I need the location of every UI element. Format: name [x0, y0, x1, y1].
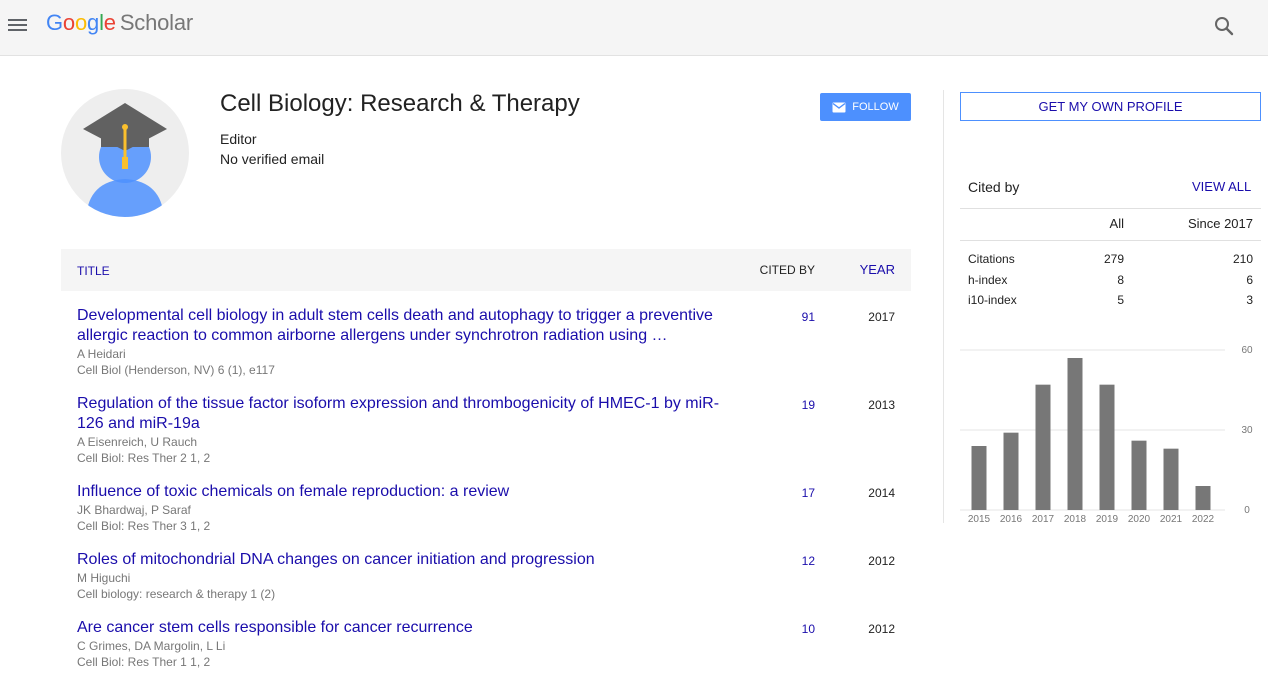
article-title-link[interactable]: Regulation of the tissue factor isoform …	[77, 394, 727, 434]
article-year: 2017	[868, 310, 895, 324]
menu-icon[interactable]	[8, 16, 28, 34]
table-row: Regulation of the tissue factor isoform …	[61, 394, 911, 470]
cited-by-link[interactable]: 91	[802, 310, 815, 324]
logo-scholar: Scholar	[119, 10, 194, 35]
x-tick-label: 2016	[1000, 514, 1023, 525]
search-icon[interactable]	[1212, 14, 1236, 38]
article-year: 2013	[868, 398, 895, 412]
x-tick-label: 2017	[1032, 514, 1055, 525]
article-venue: Cell biology: research & therapy 1 (2)	[77, 587, 276, 601]
article-venue: Cell Biol: Res Ther 2 1, 2	[77, 451, 211, 465]
article-title-link[interactable]: Are cancer stem cells responsible for ca…	[77, 618, 727, 638]
profile-name: Cell Biology: Research & Therapy	[220, 90, 580, 117]
article-title-link[interactable]: Developmental cell biology in adult stem…	[77, 306, 727, 346]
bar-2016[interactable]	[1003, 432, 1019, 510]
cited-by-link[interactable]: 19	[802, 398, 815, 412]
x-tick-label: 2018	[1064, 514, 1087, 525]
article-authors: A Heidari	[77, 347, 126, 361]
bar-2015[interactable]	[971, 446, 987, 510]
bar-2020[interactable]	[1131, 440, 1147, 510]
article-venue: Cell Biol (Henderson, NV) 6 (1), e117	[77, 363, 275, 377]
sort-by-year[interactable]: YEAR	[860, 262, 895, 277]
y-tick-label: 30	[1241, 425, 1253, 436]
bar-2019[interactable]	[1099, 384, 1115, 510]
avatar	[61, 89, 189, 217]
stat-all-value: 8	[1117, 273, 1124, 287]
sort-by-cited[interactable]: CITED BY	[760, 263, 815, 277]
article-venue: Cell Biol: Res Ther 1 1, 2	[77, 655, 211, 669]
bar-2021[interactable]	[1163, 448, 1179, 510]
table-header: TITLE CITED BY YEAR	[61, 249, 911, 291]
get-my-own-profile-button[interactable]: GET MY OWN PROFILE	[960, 92, 1261, 121]
top-bar: Google Scholar	[0, 0, 1268, 56]
bar-2017[interactable]	[1035, 384, 1051, 510]
stat-label: i10-index	[968, 293, 1017, 307]
x-tick-label: 2021	[1160, 514, 1183, 525]
bar-2018[interactable]	[1067, 358, 1083, 510]
x-tick-label: 2022	[1192, 514, 1215, 525]
col-header-since: Since 2017	[1187, 216, 1253, 231]
profile-email: No verified email	[220, 151, 325, 167]
avatar-graduate-icon	[83, 103, 167, 217]
article-venue: Cell Biol: Res Ther 3 1, 2	[77, 519, 211, 533]
follow-button[interactable]: FOLLOW	[820, 93, 911, 121]
x-tick-label: 2020	[1128, 514, 1151, 525]
stat-since-value: 210	[1232, 252, 1253, 266]
article-title-link[interactable]: Influence of toxic chemicals on female r…	[77, 482, 727, 502]
table-row: Roles of mitochondrial DNA changes on ca…	[61, 550, 911, 606]
article-year: 2012	[868, 554, 895, 568]
follow-label: FOLLOW	[852, 101, 899, 113]
y-tick-label: 0	[1244, 505, 1250, 516]
x-tick-label: 2019	[1096, 514, 1119, 525]
citations-bar-chart: 0 30 60 2015 2016 2017 2018 2019 2020 2021 2022	[960, 345, 1253, 525]
article-authors: M Higuchi	[77, 571, 131, 585]
table-row: Are cancer stem cells responsible for ca…	[61, 618, 911, 674]
cited-by-heading: Cited by	[968, 179, 1020, 195]
cited-by-link[interactable]: 12	[802, 554, 815, 568]
google-scholar-logo[interactable]: Google Scholar	[46, 10, 193, 36]
divider	[960, 208, 1261, 209]
article-authors: C Grimes, DA Margolin, L Li	[77, 639, 226, 653]
cited-by-link[interactable]: 17	[802, 486, 815, 500]
stat-since-value: 6	[1246, 273, 1253, 287]
article-authors: JK Bhardwaj, P Saraf	[77, 503, 191, 517]
stat-all-value: 279	[1103, 252, 1124, 266]
y-tick-label: 60	[1241, 345, 1253, 356]
article-authors: A Eisenreich, U Rauch	[77, 435, 198, 449]
profile-affiliation: Editor	[220, 131, 257, 147]
stat-label: h-index	[968, 273, 1008, 287]
col-header-all: All	[1109, 216, 1124, 231]
bar-2022[interactable]	[1195, 486, 1211, 510]
stat-since-value: 3	[1246, 293, 1253, 307]
mail-icon	[832, 102, 846, 112]
article-year: 2012	[868, 622, 895, 636]
table-row: Influence of toxic chemicals on female r…	[61, 482, 911, 538]
sort-by-title[interactable]: TITLE	[77, 264, 110, 278]
x-tick-label: 2015	[968, 514, 991, 525]
stat-all-value: 5	[1117, 293, 1124, 307]
view-all-link[interactable]: VIEW ALL	[1192, 179, 1251, 194]
table-row: Developmental cell biology in adult stem…	[61, 306, 911, 382]
logo-google: Google	[46, 10, 116, 35]
article-title-link[interactable]: Roles of mitochondrial DNA changes on ca…	[77, 550, 727, 570]
stat-label: Citations	[968, 252, 1015, 266]
divider	[960, 240, 1261, 241]
column-divider	[943, 90, 944, 523]
cited-by-link[interactable]: 10	[802, 622, 815, 636]
article-year: 2014	[868, 486, 895, 500]
